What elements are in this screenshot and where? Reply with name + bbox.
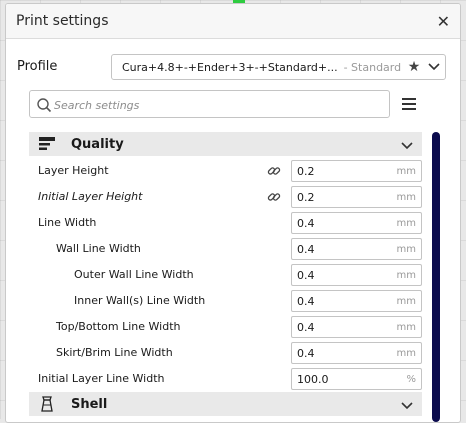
setting-label: Inner Wall(s) Line Width bbox=[74, 294, 206, 307]
setting-value: 0.4 bbox=[297, 242, 315, 256]
panel-header: Print settings ✕ bbox=[6, 4, 460, 39]
setting-unit: mm bbox=[396, 269, 416, 281]
setting-value: 0.2 bbox=[297, 164, 315, 178]
setting-label: Initial Layer Height bbox=[38, 190, 143, 203]
profile-label: Profile bbox=[17, 59, 58, 74]
setting-value-field[interactable]: 100.0% bbox=[291, 368, 422, 390]
setting-value: 100.0 bbox=[297, 372, 329, 386]
link-icon[interactable] bbox=[267, 190, 281, 204]
profile-dropdown[interactable]: Cura+4.8+-+Ender+3+-+Standard+... - Stan… bbox=[111, 54, 446, 80]
profile-row: Profile Cura+4.8+-+Ender+3+-+Standard+..… bbox=[6, 52, 460, 82]
setting-label: Line Width bbox=[38, 216, 97, 229]
star-icon[interactable]: ★ bbox=[405, 59, 423, 75]
setting-value-field[interactable]: 0.4 mm bbox=[291, 316, 422, 338]
setting-label: Initial Layer Line Width bbox=[38, 372, 165, 385]
profile-name: Cura+4.8+-+Ender+3+-+Standard+... bbox=[122, 60, 338, 74]
setting-row: Initial Layer Line Width 100.0% bbox=[29, 366, 424, 392]
setting-value-field[interactable]: 0.4 mm bbox=[291, 264, 422, 286]
search-box bbox=[29, 90, 390, 118]
link-icon[interactable] bbox=[267, 164, 281, 178]
setting-row: Top/Bottom Line Width 0.4 mm bbox=[29, 314, 424, 340]
setting-label: Outer Wall Line Width bbox=[74, 268, 194, 281]
setting-value-field[interactable]: 0.2 mm bbox=[291, 160, 422, 182]
setting-value: 0.4 bbox=[297, 216, 315, 230]
setting-value: 0.4 bbox=[297, 346, 315, 360]
setting-unit: mm bbox=[396, 243, 416, 255]
setting-unit: mm bbox=[396, 217, 416, 229]
setting-unit: mm bbox=[396, 165, 416, 177]
setting-row: Layer Height 0.2 mm bbox=[29, 158, 424, 184]
setting-label: Skirt/Brim Line Width bbox=[56, 346, 173, 359]
setting-value-field[interactable]: 0.4 mm bbox=[291, 342, 422, 364]
setting-unit: mm bbox=[396, 347, 416, 359]
print-settings-panel: Print settings ✕ Profile Cura+4.8+-+Ende… bbox=[5, 3, 461, 423]
panel-title: Print settings bbox=[16, 13, 109, 29]
section-title-quality: Quality bbox=[71, 136, 124, 152]
section-shell[interactable]: Shell bbox=[29, 392, 422, 416]
close-icon[interactable]: ✕ bbox=[437, 12, 450, 31]
setting-value-field[interactable]: 0.2 mm bbox=[291, 186, 422, 208]
shell-icon bbox=[29, 396, 65, 412]
chevron-down-icon bbox=[392, 395, 422, 414]
setting-value-field[interactable]: 0.4 mm bbox=[291, 238, 422, 260]
setting-label: Top/Bottom Line Width bbox=[56, 320, 181, 333]
settings-menu-icon[interactable] bbox=[402, 98, 416, 110]
quality-icon bbox=[29, 137, 65, 151]
chevron-down-icon bbox=[392, 135, 422, 154]
setting-value: 0.4 bbox=[297, 294, 315, 308]
setting-row: Line Width 0.4 mm bbox=[29, 210, 424, 236]
setting-value: 0.4 bbox=[297, 320, 315, 334]
section-title-shell: Shell bbox=[71, 396, 108, 412]
setting-row: Inner Wall(s) Line Width 0.4 mm bbox=[29, 288, 424, 314]
setting-value: 0.2 bbox=[297, 190, 315, 204]
setting-row: Outer Wall Line Width 0.4 mm bbox=[29, 262, 424, 288]
setting-unit: mm bbox=[396, 295, 416, 307]
profile-suffix: - Standard Q... bbox=[343, 60, 405, 74]
setting-unit: mm bbox=[396, 191, 416, 203]
setting-label: Layer Height bbox=[38, 164, 109, 177]
scrollbar[interactable] bbox=[432, 132, 440, 422]
setting-value-field[interactable]: 0.4 mm bbox=[291, 290, 422, 312]
section-quality[interactable]: Quality bbox=[29, 132, 422, 156]
search-icon bbox=[37, 98, 52, 113]
setting-row: Skirt/Brim Line Width 0.4 mm bbox=[29, 340, 424, 366]
setting-row: Initial Layer Height 0.2 mm bbox=[29, 184, 424, 210]
setting-label: Wall Line Width bbox=[56, 242, 141, 255]
chevron-down-icon bbox=[423, 61, 445, 74]
setting-value: 0.4 bbox=[297, 268, 315, 282]
setting-row: Wall Line Width 0.4 mm bbox=[29, 236, 424, 262]
setting-unit: % bbox=[406, 373, 416, 385]
setting-unit: mm bbox=[396, 321, 416, 333]
setting-value-field[interactable]: 0.4 mm bbox=[291, 212, 422, 234]
search-input[interactable] bbox=[52, 94, 386, 116]
